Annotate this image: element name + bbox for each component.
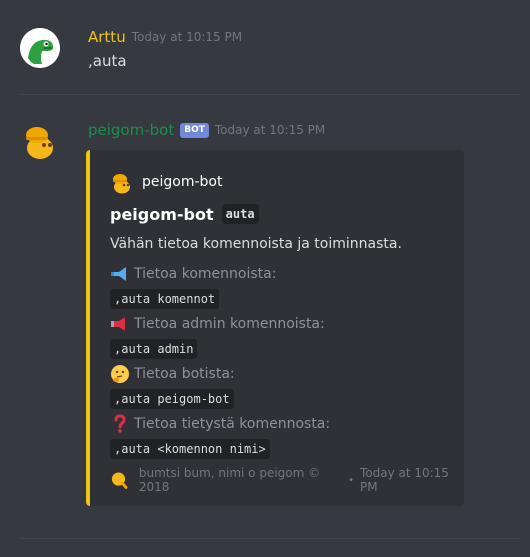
field-name: Tietoa komennoista: bbox=[134, 266, 277, 282]
footer-timestamp: Today at 10:15 PM bbox=[359, 466, 449, 494]
help-embed: peigom-bot peigom-bot auta Vähän tietoa … bbox=[86, 150, 464, 506]
avatar-arttu[interactable] bbox=[20, 28, 60, 68]
field-name: Tietoa botista: bbox=[134, 366, 235, 382]
field-name: Tietoa tietystä komennosta: bbox=[134, 416, 331, 432]
loudspeaker-icon bbox=[111, 317, 125, 331]
embed-author-name: peigom-bot bbox=[142, 174, 223, 190]
hardhat-character-icon bbox=[26, 127, 53, 159]
field-name: Tietoa admin komennoista: bbox=[134, 316, 325, 332]
embed-title: peigom-bot auta bbox=[110, 204, 259, 224]
thinking-face-icon bbox=[111, 365, 129, 383]
embed-title-code: auta bbox=[221, 204, 259, 224]
field-value-code: ,auta peigom-bot bbox=[110, 389, 234, 409]
bot-badge: BOT bbox=[180, 122, 209, 138]
embed-author: peigom-bot bbox=[110, 170, 222, 194]
timestamp: Today at 10:15 PM bbox=[214, 123, 326, 137]
embed-field: Tietoa admin komennoista: ,auta admin bbox=[110, 314, 325, 359]
footer-text: bumtsi bum, nimi o peigom © 2018 bbox=[138, 466, 321, 494]
author-name[interactable]: peigom-bot bbox=[88, 121, 174, 139]
embed-field: Tietoa komennoista: ,auta komennot bbox=[110, 264, 277, 309]
field-value-code: ,auta komennot bbox=[110, 289, 220, 309]
megaphone-icon bbox=[111, 267, 126, 281]
field-value-code: ,auta admin bbox=[110, 339, 198, 359]
message-divider bbox=[20, 94, 520, 95]
embed-footer: bumtsi bum, nimi o peigom © 2018 • Today… bbox=[110, 466, 464, 494]
embed-field: Tietoa botista: ,auta peigom-bot bbox=[110, 364, 235, 409]
question-mark-icon bbox=[114, 414, 126, 433]
message-divider bbox=[20, 538, 520, 539]
author-name[interactable]: Arttu bbox=[88, 28, 126, 46]
embed-description: Vähän tietoa komennoista ja toiminnasta. bbox=[110, 236, 402, 252]
footer-separator: • bbox=[348, 474, 354, 486]
embed-title-text: peigom-bot bbox=[110, 204, 214, 224]
dinosaur-avatar-icon bbox=[20, 28, 60, 68]
embed-field: Tietoa tietystä komennosta: ,auta <komen… bbox=[110, 414, 331, 459]
avatar-peigom-bot[interactable] bbox=[20, 120, 60, 160]
message-content: ,auta bbox=[88, 52, 127, 70]
footer-icon bbox=[111, 472, 128, 489]
timestamp: Today at 10:15 PM bbox=[131, 30, 243, 44]
hardhat-character-icon bbox=[113, 174, 130, 194]
field-value-code: ,auta <komennon nimi> bbox=[110, 439, 270, 459]
